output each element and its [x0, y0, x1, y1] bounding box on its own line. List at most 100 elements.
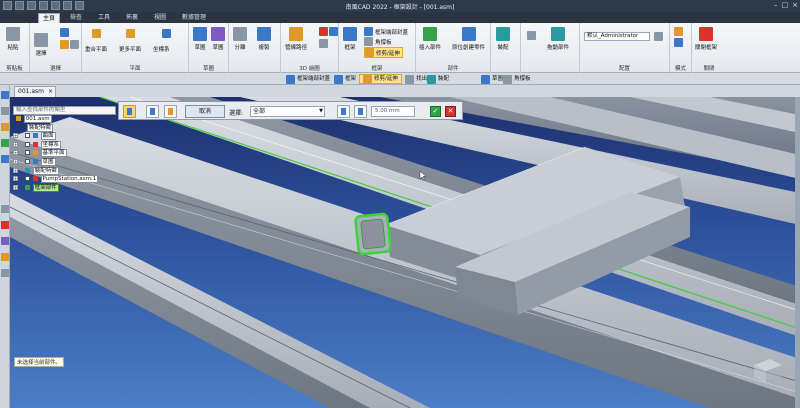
mode-button[interactable] [674, 27, 683, 47]
point-icon[interactable] [319, 39, 328, 48]
properties-icon[interactable] [1, 107, 9, 115]
distance-input[interactable]: 5.00 mm [371, 106, 415, 117]
drag-component-button[interactable]: 拖動部件 [547, 27, 569, 51]
visibility-checkbox[interactable] [25, 133, 30, 139]
visibility-checkbox[interactable] [25, 141, 30, 147]
sketch-button[interactable]: 草圖 [193, 27, 207, 51]
cancel-icon-button[interactable]: ✕ [445, 106, 456, 117]
pin-icon[interactable] [1, 221, 9, 229]
tab-home[interactable]: 主頁 [38, 13, 61, 23]
ctx-trim-extend[interactable]: 修剪/延伸 [359, 74, 402, 84]
more-planes-button[interactable]: 更多平面 [119, 45, 141, 53]
paste-button[interactable]: 粘貼 [6, 27, 20, 51]
expand-icon[interactable]: + [13, 184, 18, 190]
tree-node-root[interactable]: 001.asm [13, 115, 117, 124]
ctx-gusset[interactable]: 角撐板 [500, 74, 534, 84]
close-button[interactable]: × [792, 1, 798, 9]
gap-icon[interactable] [354, 105, 367, 118]
filter-icon[interactable] [1, 205, 9, 213]
frame-model-drawing[interactable] [10, 97, 800, 408]
tree-icon[interactable] [1, 91, 9, 99]
drag-component-icon [551, 27, 565, 41]
tree-node[interactable]: + PumpStation.asm:1 [13, 175, 117, 184]
maximize-button[interactable]: □ [782, 1, 789, 9]
group-label: 選擇 [49, 66, 61, 72]
select-dropdown[interactable]: 全部 ▼ [250, 106, 325, 117]
ribbon: 粘貼 剪貼板 選擇 選擇 重合平面 更多平面 坐標系 平面 草圖 草圖 草圖 分… [0, 23, 800, 73]
view-cube-icon[interactable] [748, 355, 786, 385]
view-icon[interactable] [1, 155, 9, 163]
ctx-assemble[interactable]: 裝配 [424, 74, 452, 84]
layers-icon[interactable] [1, 123, 9, 131]
expand-icon[interactable]: + [13, 150, 18, 156]
configuration-combo[interactable]: 默认_Administrator [584, 32, 650, 41]
frame-button[interactable]: 框架 [343, 27, 357, 51]
minimize-button[interactable]: – [774, 1, 778, 9]
tree-node[interactable]: 裝配特徵 [13, 123, 117, 133]
visibility-checkbox[interactable] [25, 150, 30, 156]
arc-icon[interactable] [329, 27, 338, 36]
pipe-path-button[interactable]: 管線路徑 [285, 27, 307, 51]
visibility-checkbox[interactable] [25, 158, 30, 164]
selected-profile-end[interactable] [354, 212, 392, 256]
expand-icon[interactable]: + [13, 141, 18, 147]
document-tab[interactable]: 001.asm × [14, 86, 56, 97]
sketch-3d-button[interactable]: 草圖 [211, 27, 225, 51]
group-drag: 拖動部件 [521, 23, 580, 73]
close-tab-icon[interactable]: × [48, 87, 53, 97]
line-icon[interactable] [319, 27, 328, 36]
tree-node[interactable]: + 曲面 [13, 132, 117, 141]
tab-tools[interactable]: 工具 [94, 13, 114, 23]
tree-search-input[interactable]: 輸入查找部件的類型 [13, 106, 116, 115]
tab-layout[interactable]: 佈裏 [122, 13, 142, 23]
insert-component-button[interactable]: 插入部件 [419, 27, 441, 51]
select-filter-icon[interactable] [60, 28, 69, 37]
copy-button[interactable]: 複製 [257, 27, 271, 51]
cancel-button[interactable]: 取消 [185, 105, 225, 118]
tree-node[interactable]: + 基準平面 [13, 149, 117, 158]
ok-button[interactable]: ✓ [430, 106, 441, 117]
tree-node[interactable]: + 草圖 [13, 157, 117, 167]
tab-view[interactable]: 視圖 [150, 13, 170, 23]
drag-free-icon[interactable] [527, 31, 536, 40]
miter-mode-icon[interactable] [164, 105, 177, 118]
ctx-end-cap[interactable]: 框架端部封蓋 [283, 74, 333, 84]
light-icon[interactable] [1, 253, 9, 261]
select-button[interactable]: 選擇 [34, 33, 48, 57]
visibility-checkbox[interactable] [25, 176, 30, 182]
expand-icon[interactable]: + [13, 167, 18, 173]
window-controls: – □ × [774, 1, 798, 9]
trim-mode-icon[interactable] [123, 105, 136, 118]
tree-node-frame-component[interactable]: + 框架部件 [13, 183, 117, 193]
expand-icon[interactable]: + [13, 133, 18, 139]
end-cap-button[interactable]: 框架端部封蓋 [364, 27, 408, 36]
select-options-icon[interactable] [70, 40, 79, 49]
flip-direction-icon[interactable] [337, 105, 350, 118]
3d-viewport[interactable] [10, 97, 800, 408]
expand-icon[interactable]: + [13, 176, 18, 182]
measure-icon[interactable] [1, 269, 9, 277]
ctx-frame[interactable]: 框架 [331, 74, 359, 84]
viewport-scrollbar[interactable] [795, 97, 800, 408]
config-settings-icon[interactable] [654, 32, 663, 41]
coincident-plane-button[interactable]: 重合平面 [85, 45, 107, 53]
coordinate-system-button[interactable]: 坐標系 [153, 45, 170, 53]
library-icon[interactable] [1, 139, 9, 147]
assemble-button[interactable]: 裝配 [496, 27, 510, 51]
group-component: 插入部件 原位創建零件 部件 [416, 23, 491, 73]
close-frame-button[interactable]: 關閉框架 [695, 27, 717, 51]
expand-icon[interactable]: + [13, 158, 18, 164]
tab-data-management[interactable]: 數據管理 [178, 13, 210, 23]
tab-inspect[interactable]: 檢查 [66, 13, 86, 23]
tree-node[interactable]: + 裝配特徵 [13, 166, 117, 176]
trim-extend-button[interactable]: 修剪/延伸 [364, 47, 403, 58]
group-label: 3D 繪圖 [299, 66, 320, 72]
create-in-place-button[interactable]: 原位創建零件 [452, 27, 485, 51]
separate-button[interactable]: 分離 [233, 27, 247, 51]
select-mode-icon[interactable] [60, 40, 69, 49]
ribbon-tabs: 主頁 檢查 工具 佈裏 視圖 數據管理 [0, 12, 800, 23]
extend-mode-icon[interactable] [146, 105, 159, 118]
gusset-button[interactable]: 角撐板 [364, 37, 392, 46]
window-title: 南風CAD 2022 - 框架設計 - [001.asm] [345, 4, 455, 11]
palette-icon[interactable] [1, 237, 9, 245]
